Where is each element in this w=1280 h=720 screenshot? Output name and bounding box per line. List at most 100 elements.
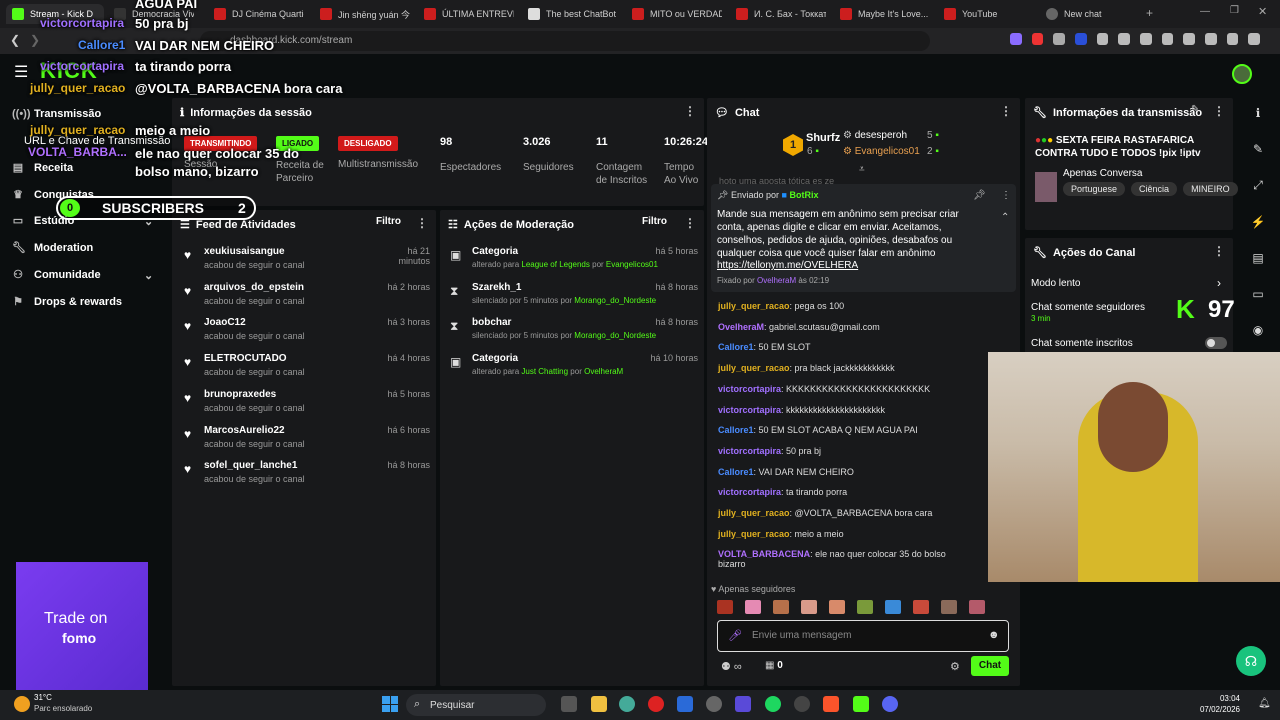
pinned-link[interactable]: https://tellonym.me/OVELHERA [717, 260, 858, 271]
browser-tab[interactable]: The best ChatBot ar [528, 4, 618, 24]
chrome-icon[interactable] [619, 696, 635, 712]
filter-button[interactable]: Filtro [642, 216, 667, 227]
chat-username[interactable]: jully_quer_racao [718, 301, 790, 311]
brave-icon[interactable] [823, 696, 839, 712]
opera-icon[interactable] [648, 696, 664, 712]
file-explorer-icon[interactable] [591, 696, 607, 712]
sidebar-item-drops[interactable]: ⚑ Drops & rewards [12, 296, 122, 308]
browser-tab[interactable]: И. С. Бах - Токката [736, 4, 826, 24]
forward-icon[interactable]: ❯ [30, 33, 40, 47]
chat-username[interactable]: jully_quer_racao [718, 529, 790, 539]
chat-message[interactable]: OvelheraM: gabriel.scutasu@gmail.com [718, 322, 988, 332]
chat-message[interactable]: VOLTA_BARBACENA: ele nao quer colocar 35… [718, 549, 988, 569]
resize-icon[interactable]: ⤢ [1253, 178, 1263, 193]
tag[interactable]: Ciência [1131, 182, 1178, 196]
chat-icon[interactable]: ▭ [1252, 287, 1263, 301]
steam-icon[interactable] [677, 696, 693, 712]
category-name[interactable]: Apenas Conversa [1063, 168, 1143, 179]
leader-name[interactable]: desesperoh [855, 130, 907, 141]
chat-username[interactable]: VOLTA_BARBACENA [718, 549, 810, 559]
users-infinity-icon[interactable]: ⚉ ∞ [721, 660, 742, 673]
avatar[interactable] [1232, 64, 1252, 84]
chat-username[interactable]: jully_quer_racao [718, 363, 790, 373]
leader-name[interactable]: Evangelicos01 [855, 146, 920, 157]
maximize-icon[interactable]: ❐ [1230, 5, 1239, 16]
discord-icon[interactable] [882, 696, 898, 712]
notification-icon[interactable]: 🔔︎ [1258, 698, 1271, 709]
windows-start-icon[interactable] [382, 696, 398, 712]
extension-icon[interactable] [1140, 33, 1152, 45]
ad-banner[interactable]: Trade on fomo [16, 562, 148, 692]
emote-icon[interactable] [885, 600, 901, 614]
subs-only-label[interactable]: Chat somente inscritos [1031, 338, 1133, 349]
emote-icon[interactable] [773, 600, 789, 614]
chat-message[interactable]: victorcortapira: 50 pra bj [718, 446, 988, 456]
extension-icon[interactable] [1226, 33, 1239, 45]
extension-icon[interactable] [1248, 33, 1261, 45]
chat-message[interactable]: Callore1: 50 EM SLOT ACABA Q NEM AGUA PA… [718, 425, 988, 435]
more-options-icon[interactable]: ⋮ [684, 216, 696, 230]
url-field[interactable]: dashboard.kick.com/stream [200, 31, 930, 51]
close-window-icon[interactable]: ✕ [1258, 5, 1267, 18]
extension-icon[interactable] [1205, 33, 1217, 45]
more-options-icon[interactable]: ⋮ [1001, 190, 1011, 201]
pin-icon[interactable]: 📌︎ [973, 190, 986, 201]
sidebar-item-transmissao[interactable]: ((•)) Transmissão [12, 108, 101, 120]
taskbar-search[interactable]: ⌕ Pesquisar [406, 694, 546, 716]
points-counter[interactable]: ▦ 0 [765, 660, 783, 671]
info-icon[interactable]: ℹ [1256, 106, 1261, 120]
sidebar-item-receita[interactable]: ▤ Receita [12, 162, 73, 174]
edit-icon[interactable]: ✎ [1253, 142, 1263, 156]
browser-tab[interactable]: DJ Cinéma Quartier [214, 4, 304, 24]
chat-username[interactable]: victorcortapira [718, 405, 781, 415]
followers-only-label[interactable]: Chat somente seguidores [1031, 302, 1145, 313]
chat-message[interactable]: Callore1: 50 EM SLOT [718, 342, 988, 352]
extension-icon[interactable] [1053, 33, 1066, 45]
chat-message[interactable]: jully_quer_racao: @VOLTA_BARBACENA bora … [718, 508, 988, 518]
document-icon[interactable]: ▤ [1252, 251, 1263, 265]
chat-username[interactable]: victorcortapira [718, 487, 781, 497]
browser-tab[interactable]: ÚLTIMA ENTREVIST [424, 4, 514, 24]
extension-icon[interactable] [1031, 33, 1044, 45]
more-options-icon[interactable]: ⋮ [1213, 244, 1225, 258]
more-options-icon[interactable]: ⋮ [684, 104, 696, 118]
taskview-icon[interactable] [561, 696, 577, 712]
back-icon[interactable]: ❮ [10, 33, 20, 47]
chevron-right-icon[interactable]: › [1217, 276, 1221, 290]
chat-username[interactable]: victorcortapira [718, 446, 781, 456]
extension-icon[interactable] [1010, 33, 1022, 45]
chat-username[interactable]: Callore1 [718, 425, 754, 435]
minimize-icon[interactable]: — [1200, 6, 1210, 17]
chat-username[interactable]: victorcortapira [718, 384, 781, 394]
slow-mode-label[interactable]: Modo lento [1031, 278, 1080, 289]
emote-icon[interactable] [913, 600, 929, 614]
expand-leaderboard-icon[interactable]: ⩡ [859, 164, 865, 175]
settings-icon[interactable]: ⚙ [950, 660, 960, 673]
menu-icon[interactable]: ☰ [14, 62, 28, 82]
broadcast-icon[interactable]: ◉ [1253, 323, 1263, 337]
extension-icon[interactable] [1075, 33, 1087, 45]
emote-icon[interactable] [801, 600, 817, 614]
tag[interactable]: MINEIRO [1183, 182, 1238, 196]
chat-message[interactable]: Callore1: VAI DAR NEM CHEIRO [718, 467, 988, 477]
chat-message[interactable]: victorcortapira: KKKKKKKKKKKKKKKKKKKKKKK… [718, 384, 988, 394]
emote-icon[interactable] [745, 600, 761, 614]
emote-icon[interactable] [969, 600, 985, 614]
emote-icon[interactable] [857, 600, 873, 614]
emoji-icon[interactable]: ☻ [988, 629, 1000, 641]
new-tab-icon[interactable]: + [1146, 6, 1153, 20]
chat-message[interactable]: victorcortapira: ta tirando porra [718, 487, 988, 497]
leader-name[interactable]: Shurfz [806, 132, 840, 144]
extension-icon[interactable] [1118, 33, 1131, 45]
chat-message[interactable]: victorcortapira: kkkkkkkkkkkkkkkkkkkkkk [718, 405, 988, 415]
browser-tab[interactable]: New chat [1046, 4, 1136, 24]
chat-message[interactable]: jully_quer_racao: pra black jackkkkkkkkk… [718, 363, 988, 373]
app-icon[interactable] [706, 696, 722, 712]
chat-message[interactable]: jully_quer_racao: meio a meio [718, 529, 988, 539]
subs-only-toggle[interactable] [1205, 337, 1227, 349]
edit-icon[interactable]: ✎ [1191, 104, 1199, 115]
chat-input[interactable]: 🎤︎ Envie uma mensagem ☻ [717, 620, 1009, 652]
flash-icon[interactable]: ⚡ [1251, 215, 1266, 229]
extension-icon[interactable] [1161, 33, 1174, 45]
emote-icon[interactable] [941, 600, 957, 614]
